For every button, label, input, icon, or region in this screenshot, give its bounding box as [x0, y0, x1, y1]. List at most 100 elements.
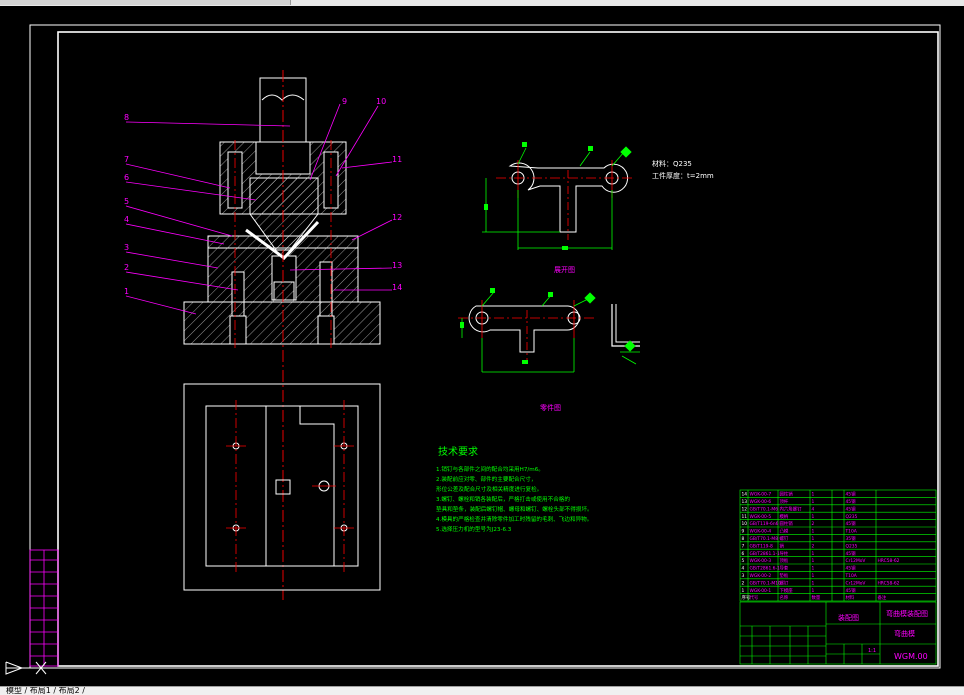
technical-requirements: 技术要求 1.销钉与各部件之间的配合均采用H7/m6。 2.装配前应对零、部件的…: [436, 445, 593, 533]
title-block-scale: 1:1: [868, 648, 876, 654]
bom-cell-qty: 4: [812, 506, 815, 512]
bom-cell-qty: 1: [812, 558, 815, 564]
left-revision-strip: [29, 549, 59, 667]
leader-label-13: 13: [392, 261, 402, 270]
bom-cell-no: 1: [742, 588, 745, 594]
bom-cell-qty: 1: [812, 580, 815, 586]
bom-cell-mat: 45钢: [846, 498, 857, 505]
bom-cell-name: 名称: [780, 594, 789, 601]
bom-cell-name: 下模座: [780, 587, 794, 594]
bom-cell-code: GB/T70.1-M6: [750, 506, 779, 512]
bom-cell-name: 模柄: [780, 513, 789, 520]
bom-cell-code: 代号: [750, 594, 759, 601]
bom-cell-code: GB/T2861.1-1: [750, 551, 781, 557]
bom-cell-qty: 1: [812, 514, 815, 520]
die-assembly-section: [183, 70, 381, 600]
title-block-texts: 弯曲模装配图 装配图 弯曲模 WGM.00 1:1: [838, 609, 928, 661]
bom-cell-name: 销: [780, 542, 785, 549]
leader-label-6: 6: [124, 173, 129, 182]
bom-cell-qty: 1: [812, 499, 815, 505]
bom-cell-name: 顶板: [780, 557, 789, 564]
bom-cell-name: 圆柱销: [780, 520, 794, 527]
bom-cell-mat: Q235: [846, 543, 858, 549]
bom-cell-name: 螺钉: [780, 535, 789, 542]
bom-cell-mat: Q235: [846, 514, 858, 520]
title-block-part-title: 弯曲模装配图: [886, 609, 928, 618]
bom-cell-no: 8: [742, 536, 745, 542]
bom-cell-code: WGK-00-3: [750, 558, 772, 564]
bom-cell-no: 3: [742, 573, 745, 579]
bom-cell-code: WGK-00-6: [750, 499, 772, 505]
bom-cell-code: GB/T119-6n6: [750, 521, 779, 527]
bom-cell-name: 顶杆: [780, 498, 789, 505]
leader-label-3: 3: [124, 243, 129, 252]
toolbar-slot[interactable]: [0, 0, 291, 5]
bom-cell-code: GB/T70.1-M10: [750, 580, 782, 586]
bom-cell-qty: 2: [812, 521, 815, 527]
tech-line-1: 1.销钉与各部件之间的配合均采用H7/m6。: [436, 465, 544, 473]
bom-cell-mat: 45钢: [846, 520, 857, 527]
bom-cell-code: WGK-00-4: [750, 529, 772, 535]
title-block-drawing-title: 装配图: [838, 613, 859, 622]
cad-drawing-canvas[interactable]: 8 9 10 7 6 11 5 4 12 3 2 13 14 1 材料：Q235…: [0, 6, 964, 686]
bom-cell-no: 14: [742, 492, 748, 498]
tech-line-6: 4.模具的严格检查并清除零件加工时残留的毛刺、飞边和异物。: [436, 515, 592, 523]
bom-cell-no: 6: [742, 551, 745, 557]
development-view-caption: 展开图: [554, 266, 575, 274]
bom-cell-name: 圆柱销: [780, 491, 794, 498]
bom-cell-note: 备注: [878, 594, 887, 601]
bom-cell-qty: 1: [812, 588, 815, 594]
part-development-view: [482, 142, 634, 250]
bom-cell-no: 2: [742, 580, 745, 586]
leader-label-1: 1: [124, 287, 129, 296]
bom-cell-mat: Cr12MoV: [846, 580, 866, 586]
tech-line-2: 2.装配前应对零、部件的主要配合尺寸，: [436, 475, 536, 483]
bom-cell-code: WGK-00-2: [750, 573, 772, 579]
bom-cell-code: GB/T119-8: [750, 543, 774, 549]
bom-cell-no: 4: [742, 566, 745, 572]
bom-cell-note: HRC58-62: [878, 558, 900, 564]
tech-line-4: 3.螺钉、螺栓和销各装配后，严格打击或使用不合格的: [436, 495, 570, 503]
bom-cell-qty: 1: [812, 536, 815, 542]
bom-cell-mat: 45钢: [846, 587, 857, 594]
sheet-inner-border: [57, 31, 939, 667]
bom-cell-qty: 1: [812, 573, 815, 579]
leader-label-11: 11: [392, 155, 402, 164]
leader-label-14: 14: [392, 283, 402, 292]
title-block-code: WGM.00: [894, 652, 928, 661]
bom-cell-mat: Cr12MoV: [846, 558, 866, 564]
bom-cell-code: GB/T2861.6-1: [750, 566, 781, 572]
bom-cell-name: 垫板: [780, 572, 789, 579]
bom-cell-no: 12: [742, 506, 748, 512]
leader-label-2: 2: [124, 263, 129, 272]
tech-line-3: 形位公差及配合尺寸及相关精度进行复检。: [436, 485, 542, 493]
leader-label-10: 10: [376, 97, 386, 106]
leader-label-7: 7: [124, 155, 129, 164]
material-label: 材料：Q235: [652, 159, 692, 168]
bom-cell-no: 13: [742, 499, 748, 505]
bom-cell-no: 10: [742, 521, 748, 527]
bom-cell-name: 凸模: [780, 528, 789, 535]
leader-label-4: 4: [124, 215, 129, 224]
bom-cell-qty: 1: [812, 566, 815, 572]
bom-cell-qty: 1: [812, 492, 815, 498]
bom-cell-name: 导套: [780, 565, 789, 572]
bom-cell-qty: 1: [812, 551, 815, 557]
bom-cell-name: 导柱: [780, 550, 789, 557]
bom-cell-code: WGK-00-5: [750, 514, 772, 520]
thickness-label: 工件厚度：t=2mm: [652, 171, 714, 180]
bom-cell-no: 7: [742, 543, 745, 549]
bom-table: 14 WGK-00-7 圆柱销 1 45钢13 WGK-00-6 顶杆 1 45钢12 GB/T7…: [739, 489, 937, 602]
tech-line-7: 5.选择压力机的型号为J23-6.3: [436, 525, 512, 533]
bom-cell-mat: 35钢: [846, 535, 857, 542]
ucs-icon: [5, 661, 47, 675]
die-top-view: [183, 383, 381, 591]
bom-cell-mat: 45钢: [846, 550, 857, 557]
bom-cell-qty: 2: [812, 543, 815, 549]
bom-cell-no: 5: [742, 558, 745, 564]
bom-cell-mat: 45钢: [846, 565, 857, 572]
part-drawing-view: [458, 288, 640, 373]
leader-label-8: 8: [124, 113, 129, 122]
bom-cell-mat: 45钢: [846, 491, 857, 498]
bom-cell-mat: 材料: [846, 594, 855, 601]
